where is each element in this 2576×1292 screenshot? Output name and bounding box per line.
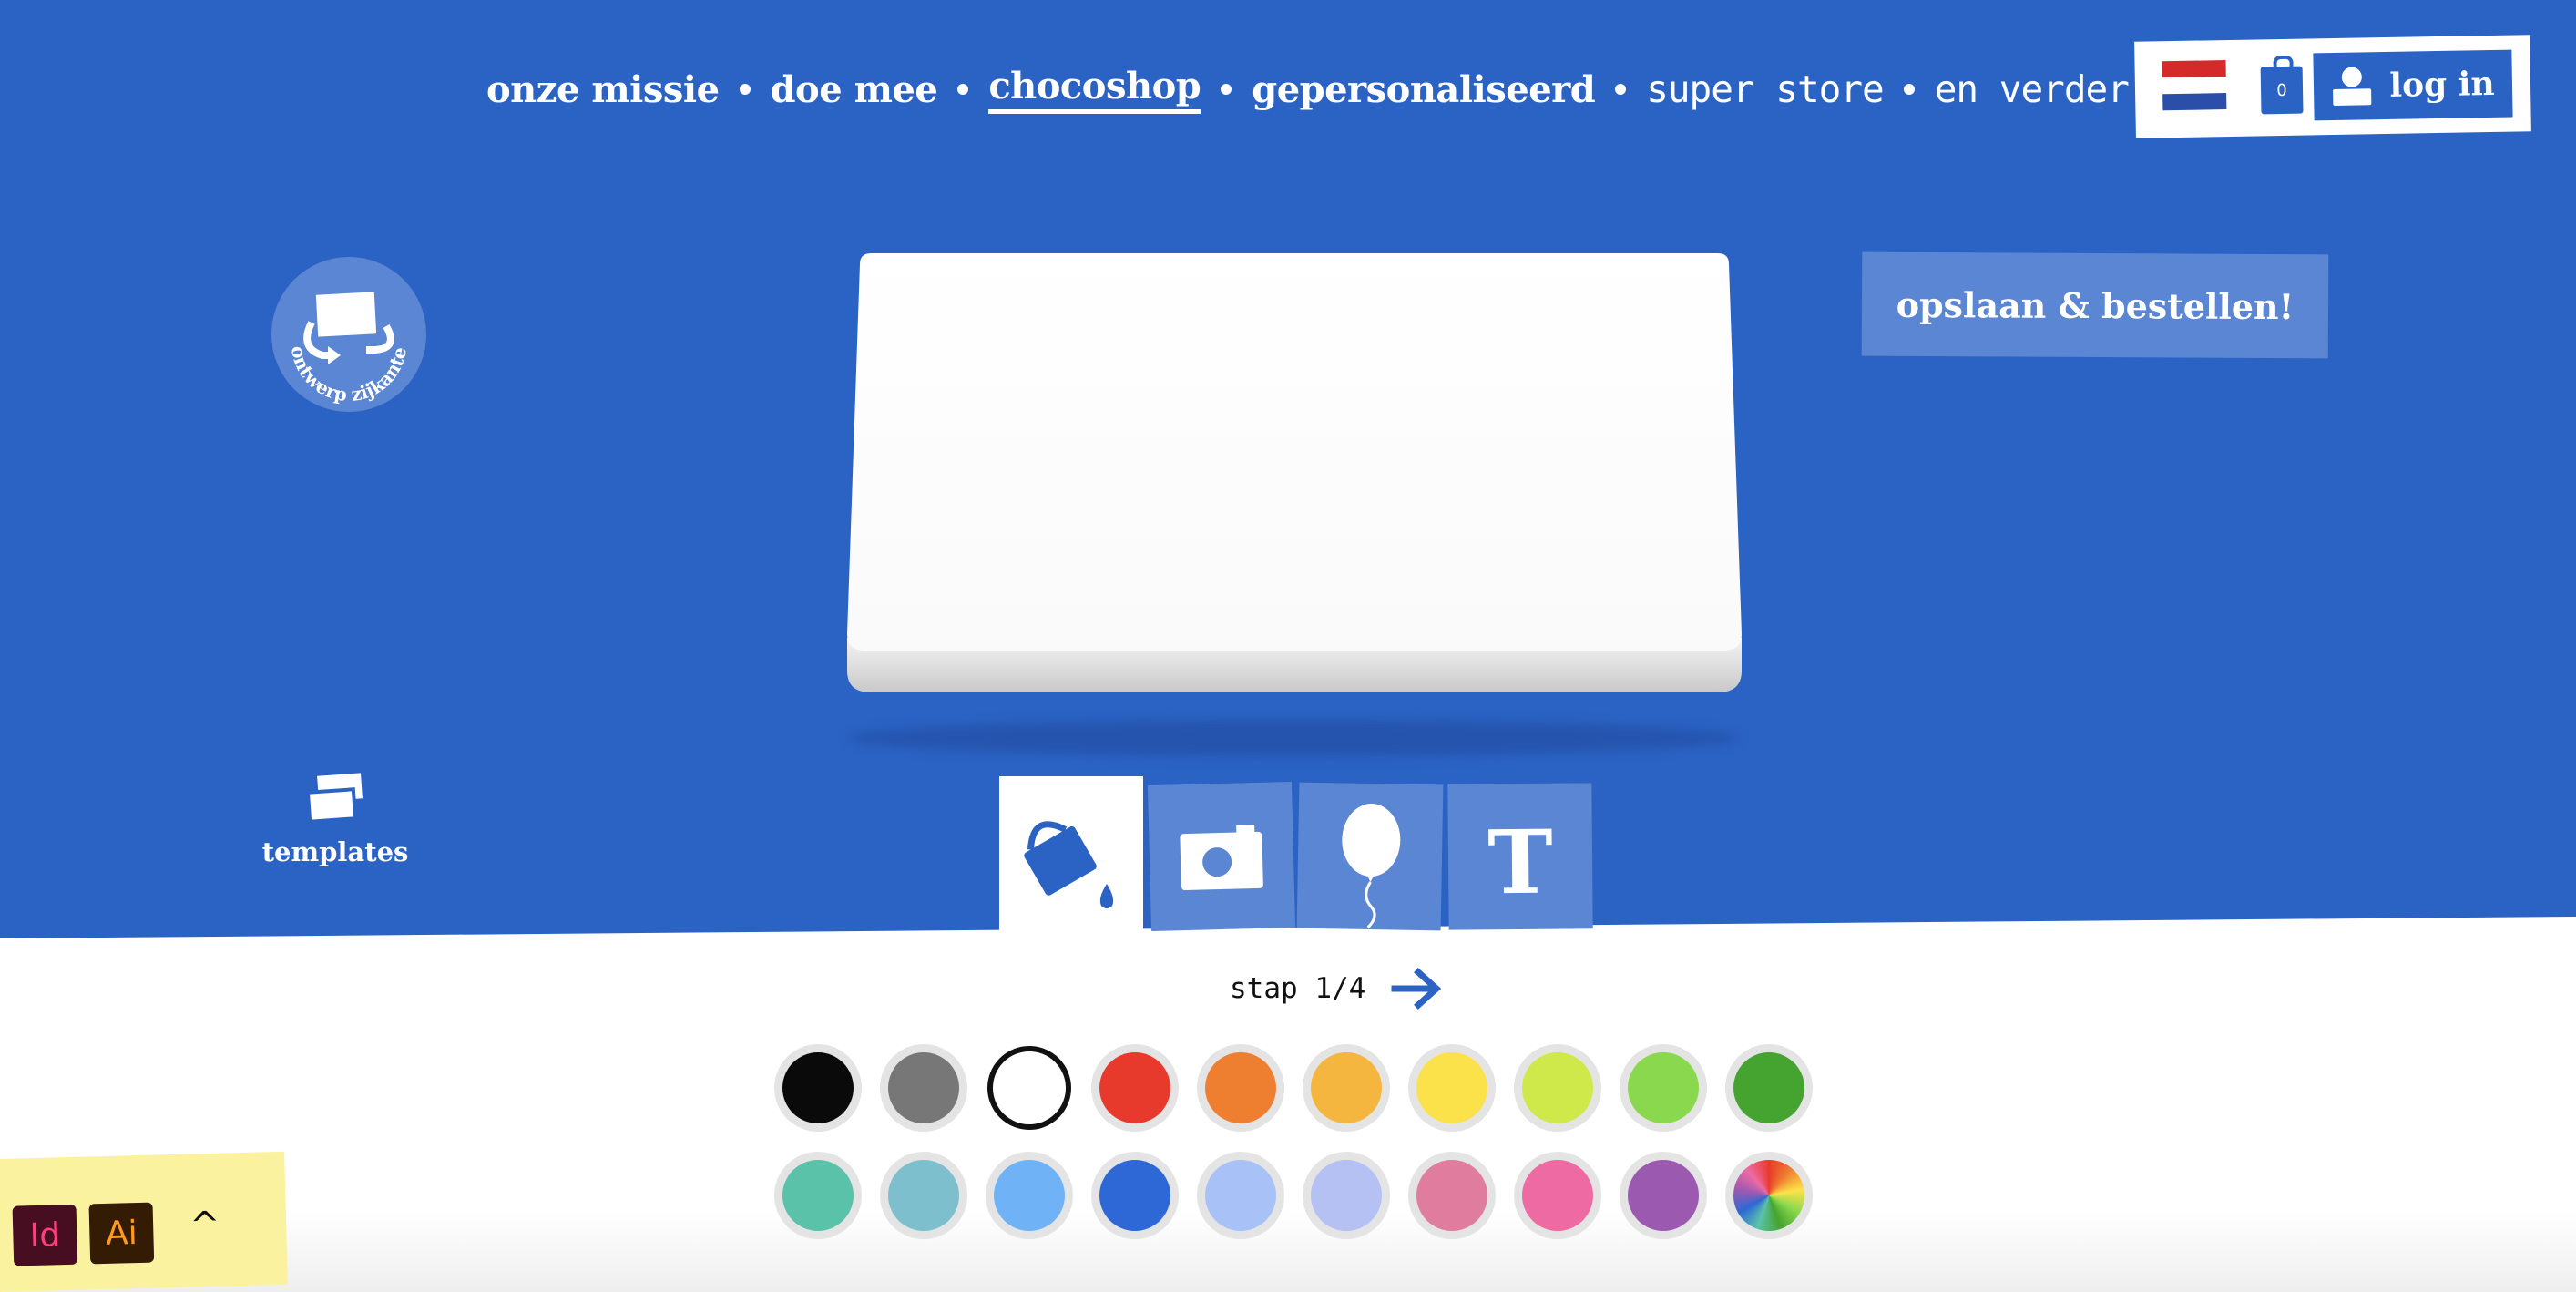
text-tool-icon: T: [1487, 810, 1554, 915]
login-label: log in: [2388, 64, 2495, 105]
chevron-up-icon[interactable]: ^: [189, 1205, 221, 1247]
swatch-fill: [1099, 1052, 1170, 1123]
chocolate-bar-preview[interactable]: [843, 251, 1745, 692]
swatch-fill: [1099, 1160, 1170, 1231]
step-label: stap 1/4: [1230, 972, 1366, 1005]
swatch-fill: [1205, 1052, 1276, 1123]
step-indicator: stap 1/4: [1230, 966, 1442, 1011]
main-nav: onze missie doe mee chocoshop gepersonal…: [486, 62, 2172, 117]
nav-separator: [1903, 84, 1915, 95]
templates-button[interactable]: templates: [261, 773, 410, 867]
illustrator-icon[interactable]: Ai: [88, 1202, 155, 1265]
nav-chocoshop[interactable]: chocoshop: [988, 65, 1201, 114]
tab-text[interactable]: T: [1447, 783, 1593, 930]
color-row: [774, 1152, 1822, 1239]
adobe-upload-panel: Id Ai ^: [0, 1151, 288, 1292]
arrow-right-icon[interactable]: [1391, 966, 1442, 1011]
indesign-icon[interactable]: Id: [12, 1204, 78, 1266]
save-and-order-button[interactable]: opslaan & bestellen!: [1861, 251, 2329, 359]
color-swatch[interactable]: [1303, 1044, 1390, 1132]
language-flag-icon[interactable]: [2162, 60, 2227, 111]
color-swatch[interactable]: [1303, 1152, 1390, 1239]
cart-icon[interactable]: 0: [2260, 66, 2304, 115]
color-swatch[interactable]: [1620, 1044, 1707, 1132]
tab-background-color[interactable]: [999, 776, 1143, 940]
swatch-fill: [1311, 1052, 1382, 1123]
color-swatch[interactable]: [1620, 1152, 1707, 1239]
color-swatch[interactable]: [1197, 1044, 1284, 1132]
templates-label: templates: [261, 836, 409, 867]
color-swatch[interactable]: [1514, 1044, 1601, 1132]
color-swatch[interactable]: [774, 1044, 862, 1132]
balloon-icon: [1342, 804, 1401, 929]
nav-separator: [739, 84, 751, 95]
templates-icon: [305, 773, 363, 824]
color-swatch[interactable]: [986, 1152, 1073, 1239]
paint-bucket-icon: [1024, 821, 1114, 908]
color-swatch[interactable]: [1408, 1044, 1496, 1132]
swatch-fill: [782, 1052, 854, 1123]
nav-separator: [957, 84, 969, 95]
color-swatch[interactable]: [1091, 1044, 1179, 1132]
nav-separator: [1221, 84, 1232, 95]
nav-onze-missie[interactable]: onze missie: [486, 68, 720, 111]
swatch-fill: [1522, 1160, 1593, 1231]
nav-gepersonaliseerd[interactable]: gepersonaliseerd: [1252, 68, 1595, 111]
swatch-fill: [1628, 1052, 1699, 1123]
design-sides-button[interactable]: ontwerp zijkanten: [271, 257, 426, 412]
color-swatch[interactable]: [774, 1152, 862, 1239]
swatch-fill: [1628, 1160, 1699, 1231]
color-palette: [774, 1044, 1822, 1259]
swatch-fill: [1205, 1160, 1276, 1231]
swatch-fill: [1311, 1160, 1382, 1231]
nav-super-store[interactable]: super store: [1646, 67, 1885, 111]
color-swatch[interactable]: [986, 1044, 1073, 1132]
color-swatch[interactable]: [1408, 1152, 1496, 1239]
color-picker-swatch[interactable]: [1725, 1152, 1813, 1239]
swatch-fill: [1522, 1052, 1593, 1123]
bar-shadow: [847, 720, 1740, 756]
nav-doe-mee[interactable]: doe mee: [771, 68, 938, 111]
swatch-fill: [1416, 1160, 1487, 1231]
account-box: 0 log in: [2134, 35, 2531, 138]
swatch-fill: [782, 1160, 854, 1231]
color-swatch[interactable]: [1091, 1152, 1179, 1239]
nav-separator: [1615, 84, 1627, 95]
swatch-fill: [888, 1052, 959, 1123]
camera-icon: [1180, 825, 1263, 891]
swatch-fill: [1416, 1052, 1487, 1123]
swatch-fill: [994, 1160, 1065, 1231]
swatch-fill: [1733, 1052, 1804, 1123]
color-swatch[interactable]: [880, 1152, 967, 1239]
color-row: [774, 1044, 1822, 1132]
color-swatch[interactable]: [1197, 1152, 1284, 1239]
user-icon: [2331, 65, 2374, 108]
login-button[interactable]: log in: [2313, 49, 2513, 121]
tab-shapes[interactable]: [1296, 782, 1444, 931]
swatch-fill: [888, 1160, 959, 1231]
tab-photo[interactable]: [1147, 781, 1296, 932]
color-swatch[interactable]: [1725, 1044, 1813, 1132]
color-swatch[interactable]: [1514, 1152, 1601, 1239]
swatch-fill: [987, 1046, 1071, 1130]
rotate-sides-icon: ontwerp zijkanten: [271, 257, 411, 405]
cart-count: 0: [2276, 80, 2287, 100]
color-swatch[interactable]: [880, 1044, 967, 1132]
color-wheel-icon: [1733, 1160, 1804, 1231]
